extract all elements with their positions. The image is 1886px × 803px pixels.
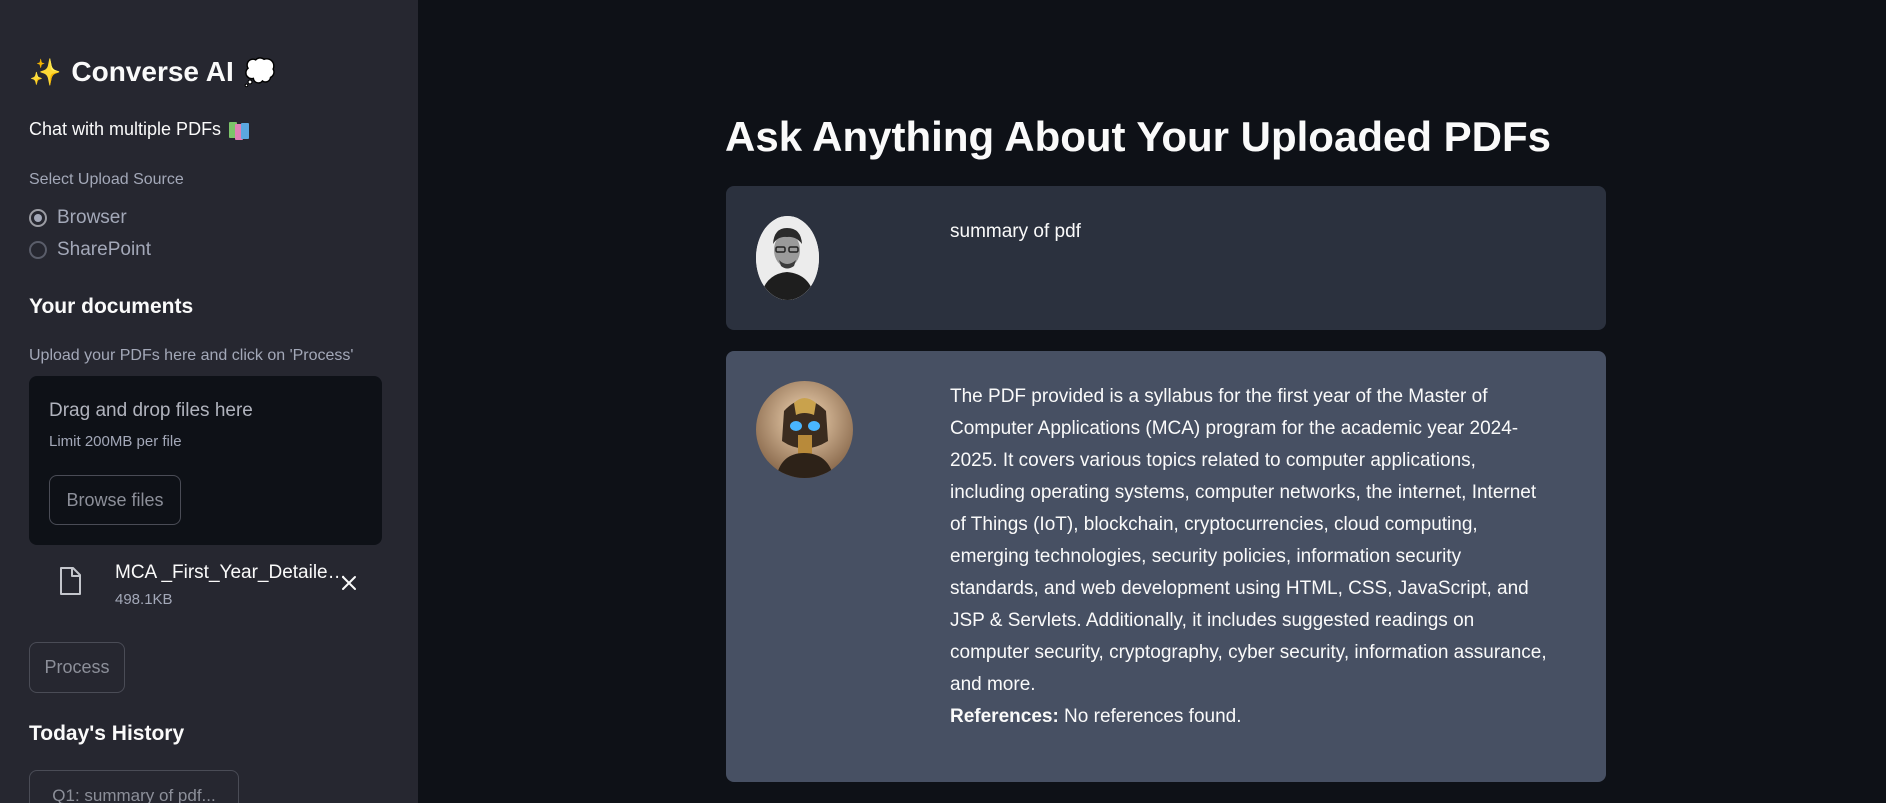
history-item-button[interactable]: Q1: summary of pdf... xyxy=(29,770,239,803)
assistant-message: The PDF provided is a syllabus for the f… xyxy=(726,351,1606,782)
upload-source-label: Select Upload Source xyxy=(29,171,184,188)
close-icon[interactable] xyxy=(340,574,358,592)
user-message: summary of pdf xyxy=(726,186,1606,330)
bot-avatar xyxy=(756,381,853,478)
app-subtitle: Chat with multiple PDFs xyxy=(29,119,250,140)
user-message-text: summary of pdf xyxy=(950,221,1081,242)
app-subtitle-text: Chat with multiple PDFs xyxy=(29,119,222,139)
assistant-message-text: The PDF provided is a syllabus for the f… xyxy=(950,381,1550,733)
upload-hint: Upload your PDFs here and click on 'Proc… xyxy=(29,347,354,364)
assistant-answer: The PDF provided is a syllabus for the f… xyxy=(950,386,1547,695)
uploaded-file-row: MCA _First_Year_Detaile… 498.1KB xyxy=(29,557,382,612)
uploaded-file-name: MCA _First_Year_Detaile… xyxy=(115,562,347,583)
file-dropzone[interactable]: Drag and drop files here Limit 200MB per… xyxy=(29,376,382,545)
main-content: Ask Anything About Your Uploaded PDFs su… xyxy=(418,0,1886,803)
sidebar: ✨ Converse AI 💭 Chat with multiple PDFs … xyxy=(0,0,418,803)
radio-sharepoint-label: SharePoint xyxy=(57,239,152,260)
documents-heading: Your documents xyxy=(29,295,194,318)
uploaded-file-size: 498.1KB xyxy=(115,591,173,608)
dropzone-limit: Limit 200MB per file xyxy=(49,433,182,450)
references-text: No references found. xyxy=(1058,706,1242,727)
dropzone-text: Drag and drop files here xyxy=(49,400,253,421)
radio-checked-icon[interactable] xyxy=(29,209,47,227)
references-label: References: xyxy=(950,706,1059,727)
radio-browser[interactable]: Browser xyxy=(29,207,127,229)
sparkles-icon: ✨ xyxy=(29,56,62,87)
browse-files-button[interactable]: Browse files xyxy=(49,475,181,525)
user-avatar xyxy=(756,216,819,300)
app-title-text: Converse AI xyxy=(71,56,234,87)
history-heading: Today's History xyxy=(29,722,185,745)
page-title: Ask Anything About Your Uploaded PDFs xyxy=(725,113,1552,160)
radio-sharepoint[interactable]: SharePoint xyxy=(29,239,151,261)
radio-unchecked-icon[interactable] xyxy=(29,241,47,259)
radio-browser-label: Browser xyxy=(57,207,127,228)
process-button[interactable]: Process xyxy=(29,642,125,693)
file-icon xyxy=(60,567,81,595)
books-icon xyxy=(229,120,250,140)
app-title: ✨ Converse AI 💭 xyxy=(29,56,276,88)
thought-bubble-icon: 💭 xyxy=(243,56,277,87)
